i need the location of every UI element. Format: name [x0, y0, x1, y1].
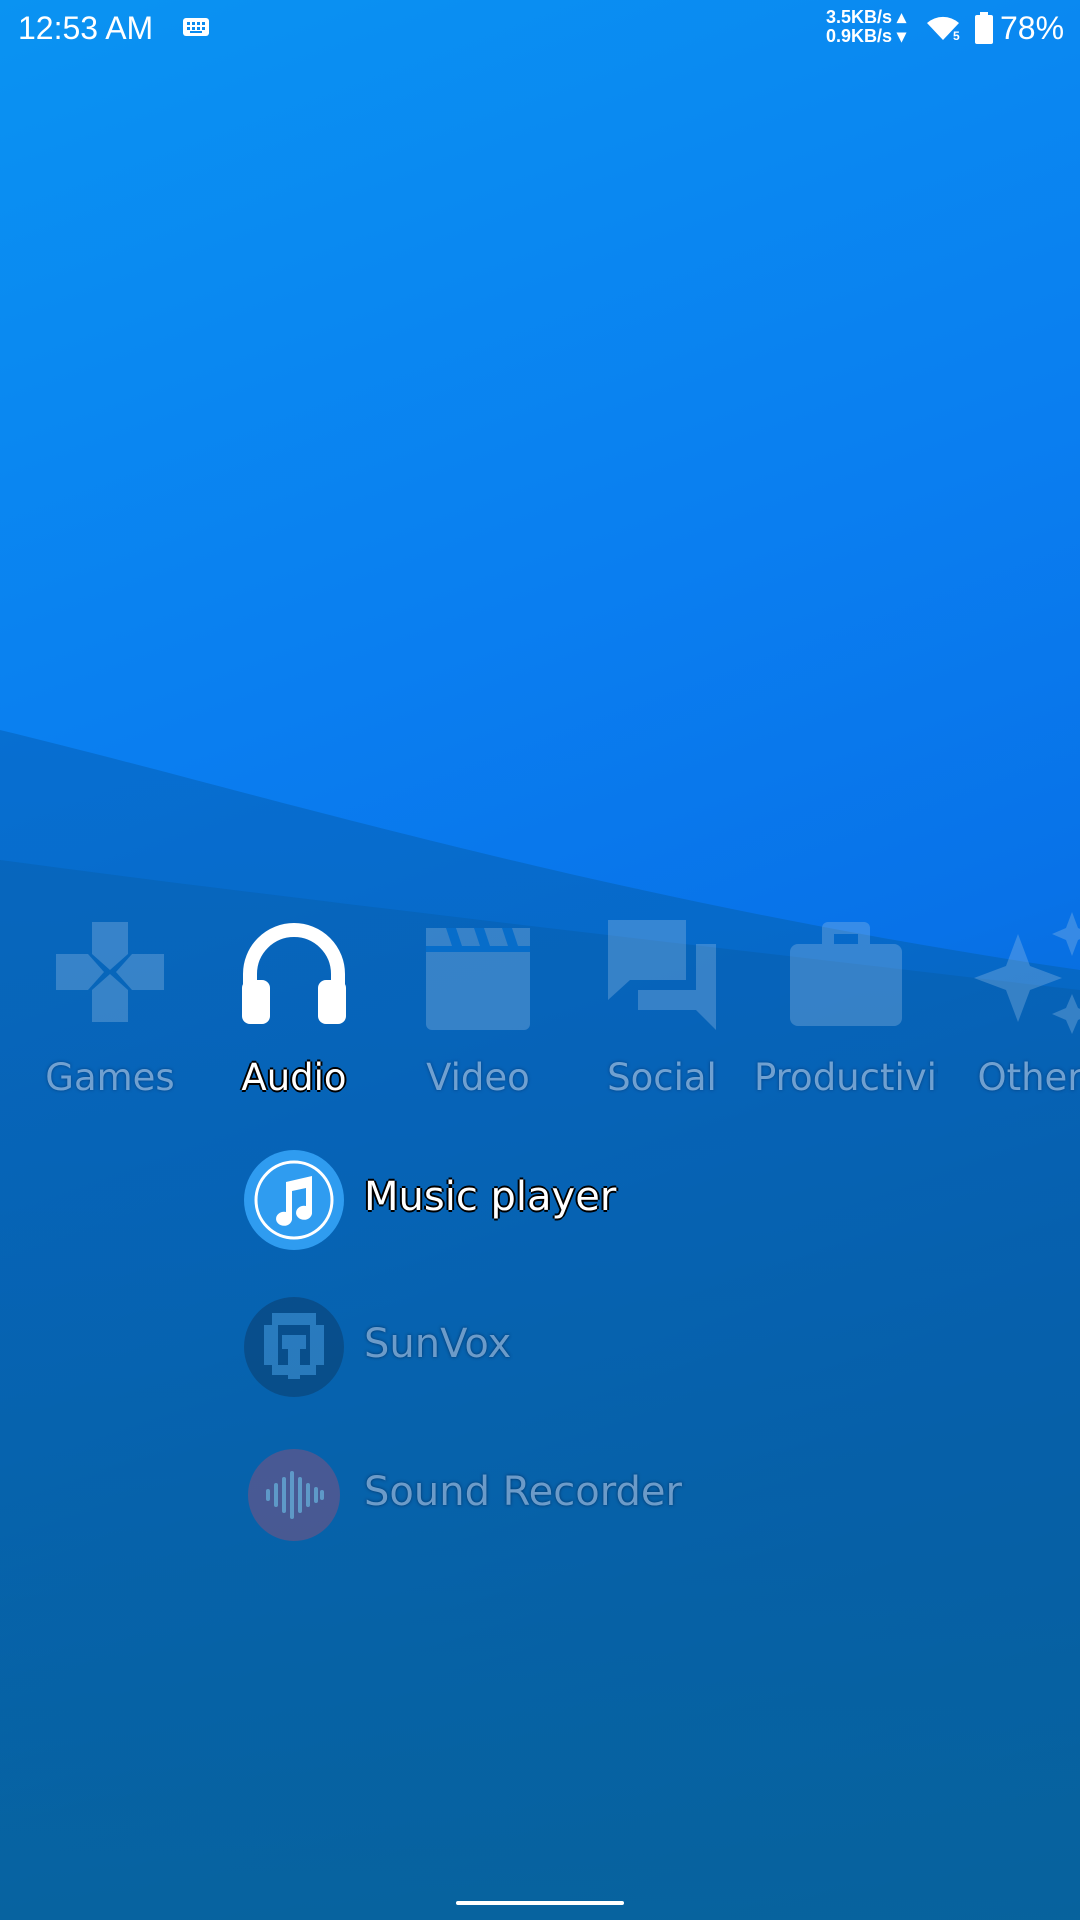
briefcase-icon	[790, 922, 902, 1026]
battery-icon	[975, 12, 993, 44]
headphones-icon	[242, 923, 346, 1024]
category-label: Games	[45, 1056, 175, 1099]
upload-speed: 3.5KB/s ▴	[826, 7, 907, 27]
battery-percent: 78%	[1000, 10, 1065, 46]
app-label: Sound Recorder	[364, 1469, 682, 1515]
category-label: Social	[607, 1056, 717, 1099]
category-strip: Games Audio Video Social Productivi Othe…	[0, 910, 1080, 1100]
sound-wave-icon	[248, 1449, 340, 1541]
app-music-player[interactable]: Music player	[242, 1148, 842, 1252]
gesture-nav-handle[interactable]	[456, 1901, 624, 1905]
wifi-icon: 5	[927, 16, 960, 42]
category-games[interactable]: Games	[18, 910, 202, 1100]
keyboard-icon	[183, 18, 209, 36]
sunvox-icon	[244, 1297, 344, 1397]
app-label: SunVox	[364, 1321, 512, 1367]
category-label: Video	[426, 1056, 530, 1099]
category-other[interactable]: Other	[938, 910, 1080, 1100]
chat-bubbles-icon	[608, 920, 716, 1030]
category-video[interactable]: Video	[386, 910, 570, 1100]
music-note-icon	[244, 1150, 344, 1250]
category-audio[interactable]: Audio	[202, 910, 386, 1100]
app-list: Music player SunVox Sound Recorder	[242, 1148, 842, 1568]
status-time: 12:53 AM	[18, 10, 154, 46]
category-label: Audio	[241, 1056, 347, 1099]
sparkles-icon	[974, 912, 1080, 1034]
home-screen: 12:53 AM 3.5KB/s ▴ 0.9KB/s ▾ 5 78% Games…	[0, 0, 1080, 1920]
category-social[interactable]: Social	[570, 910, 754, 1100]
app-sound-recorder[interactable]: Sound Recorder	[242, 1443, 842, 1547]
status-bar: 12:53 AM 3.5KB/s ▴ 0.9KB/s ▾ 5 78%	[0, 0, 1080, 58]
wifi-badge: 5	[953, 29, 960, 42]
category-productivity[interactable]: Productivity	[754, 910, 938, 1100]
gamepad-icon	[56, 922, 164, 1022]
category-label: Other	[977, 1056, 1080, 1099]
clapperboard-icon	[426, 928, 530, 1030]
app-label: Music player	[364, 1174, 617, 1220]
download-speed: 0.9KB/s ▾	[826, 26, 907, 46]
network-speed: 3.5KB/s ▴ 0.9KB/s ▾	[826, 8, 906, 46]
category-label: Productivity	[754, 1056, 938, 1099]
app-sunvox[interactable]: SunVox	[242, 1295, 842, 1399]
